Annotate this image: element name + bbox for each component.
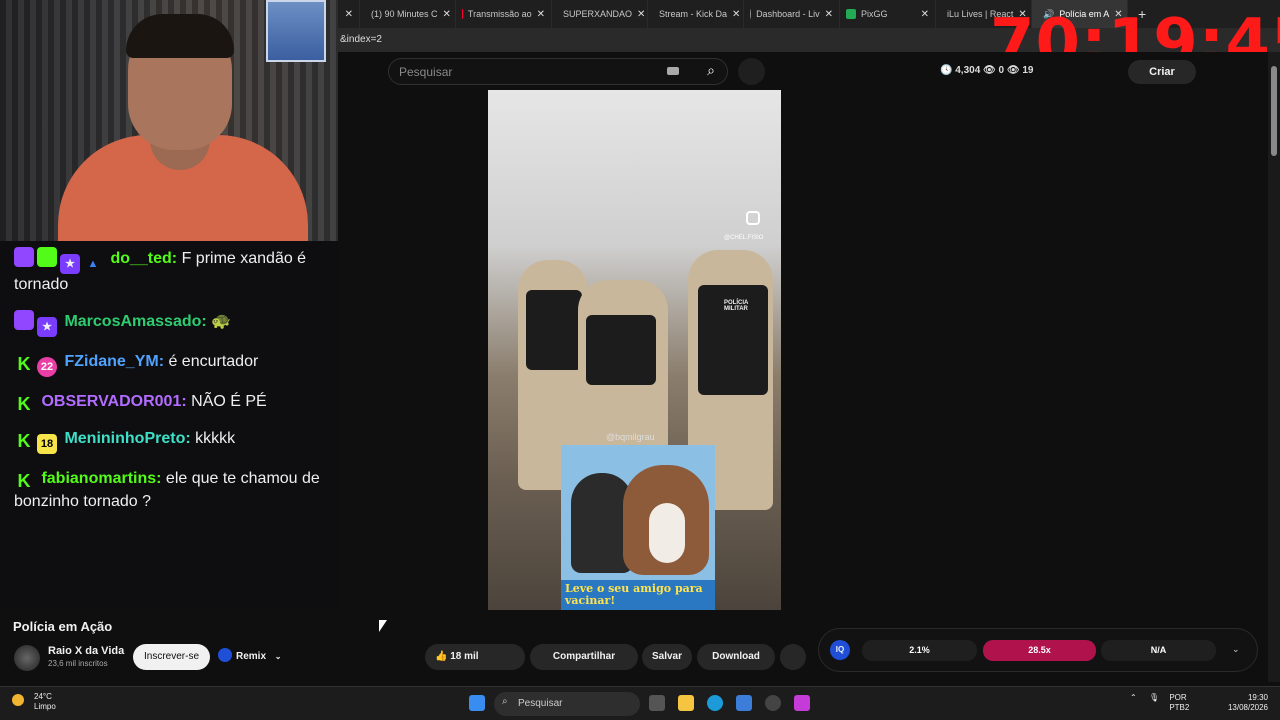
edge-browser-icon[interactable]	[707, 695, 723, 711]
sub-months-badge: 22	[37, 357, 57, 377]
tab-close-button[interactable]: ✕	[338, 0, 360, 28]
chat-message: K fabianomartins: ele que te chamou de b…	[14, 468, 328, 513]
channel-avatar[interactable]	[14, 645, 40, 671]
create-button[interactable]: Criar	[1128, 60, 1196, 84]
browser-tab[interactable]: PixGG ✕	[840, 0, 936, 28]
mouse-cursor-icon	[379, 620, 387, 632]
stream-stats: 🕓 4,304 👁 0 👁 19	[940, 65, 1034, 76]
chevron-down-icon: ⌄	[274, 652, 282, 661]
globe-favicon-icon	[750, 9, 752, 19]
chat-text: NÃO É PÉ	[186, 393, 267, 410]
thumbs-up-icon: 👍	[435, 651, 448, 662]
chat-text: é encurtador	[164, 353, 259, 370]
subscriber-count: 23,6 mil inscritos	[48, 659, 108, 668]
chat-username[interactable]: MarcosAmassado:	[64, 313, 206, 330]
obs-icon[interactable]	[765, 695, 781, 711]
remix-button[interactable]: Remix ⌄	[218, 647, 286, 667]
chevron-down-icon[interactable]: ⌄	[1232, 644, 1240, 655]
video-watermark: @bqmilgrau	[606, 432, 655, 442]
star-badge-icon: ★	[60, 254, 80, 274]
app-icon[interactable]	[794, 695, 810, 711]
browser-tab[interactable]: Transmissão ao ✕	[456, 0, 552, 28]
windows-taskbar	[0, 686, 1280, 720]
save-button[interactable]: Salvar	[642, 644, 692, 670]
iq-segment-active[interactable]: 28.5x	[983, 640, 1096, 661]
kick-badge-icon: K	[14, 394, 34, 414]
remix-icon	[218, 648, 232, 662]
iq-segment[interactable]: 2.1%	[862, 640, 977, 661]
app-icon[interactable]	[736, 695, 752, 711]
search-input[interactable]: Pesquisar ⌕	[388, 58, 728, 85]
search-icon: ⌕	[502, 696, 508, 707]
close-icon[interactable]: ✕	[443, 9, 451, 20]
iq-segment[interactable]: N/A	[1101, 640, 1216, 661]
more-actions-button[interactable]	[780, 644, 806, 670]
system-tray[interactable]: ⌃ 🎙 POR PTB2	[1130, 693, 1189, 713]
task-view-icon[interactable]	[649, 695, 665, 711]
page-scrollbar[interactable]	[1268, 52, 1280, 682]
triangle-badge-icon: ▲	[87, 258, 99, 270]
twitch-badge-icon	[14, 247, 34, 267]
pixgg-favicon-icon	[846, 9, 856, 19]
chat-username[interactable]: MenininhoPreto:	[64, 430, 190, 447]
vest-label: POLÍCIA MILITAR	[724, 300, 749, 312]
close-icon[interactable]: ✕	[921, 9, 929, 20]
kick-badge-icon: K	[14, 431, 34, 451]
channel-name[interactable]: Raio X da Vida	[48, 645, 124, 657]
instagram-icon	[746, 211, 760, 225]
star-badge-icon: ★	[37, 317, 57, 337]
file-explorer-icon[interactable]	[678, 695, 694, 711]
like-button[interactable]: 👍 18 mil	[425, 644, 525, 670]
chat-username[interactable]: fabianomartins:	[41, 470, 161, 487]
chat-message: ★ MarcosAmassado: 🐢	[14, 310, 328, 337]
download-button[interactable]: Download	[697, 644, 775, 670]
superman-poster-image	[266, 0, 326, 62]
browser-tab[interactable]: Dashboard - Liv ✕	[744, 0, 840, 28]
close-icon[interactable]: ✕	[637, 9, 645, 20]
kick-badge-icon: K	[14, 354, 34, 374]
search-icon[interactable]: ⌕	[707, 62, 715, 79]
weather-icon	[12, 694, 24, 706]
chat-message: ★ ▲ do__ted: F prime xandão é tornado	[14, 247, 328, 296]
close-icon[interactable]: ✕	[537, 9, 545, 20]
share-button[interactable]: Compartilhar	[530, 644, 638, 670]
close-icon[interactable]: ✕	[732, 9, 740, 20]
taskbar-search[interactable]: ⌕ Pesquisar	[494, 692, 640, 716]
chat-message: K 18 MenininhoPreto: kkkkk	[14, 428, 328, 454]
chevron-up-icon[interactable]: ⌃	[1130, 693, 1137, 702]
weather-widget[interactable]: 24°C Limpo	[12, 692, 56, 712]
chat-username[interactable]: do__ted:	[110, 250, 177, 267]
browser-tab[interactable]: Stream - Kick Da ✕	[648, 0, 744, 28]
language-indicator[interactable]: POR	[1169, 693, 1189, 703]
sub-badge-icon	[37, 247, 57, 267]
taskbar-clock[interactable]: 19:30 13/08/2026	[1222, 693, 1268, 713]
voice-search-button[interactable]	[738, 58, 765, 85]
browser-tab[interactable]: (1) 90 Minutes C ✕	[360, 0, 456, 28]
close-icon[interactable]: ✕	[825, 9, 833, 20]
keyboard-icon[interactable]	[667, 67, 679, 75]
video-title: Polícia em Ação	[13, 619, 113, 634]
chat-text: kkkkk	[190, 430, 236, 447]
ad-caption: Leve o seu amigo para vacinar!	[561, 580, 715, 610]
microphone-icon[interactable]: 🎙	[1149, 693, 1159, 702]
youtube-favicon-icon	[462, 9, 463, 19]
chat-username[interactable]: FZidane_YM:	[64, 353, 164, 370]
chat-message: K OBSERVADOR001: NÃO É PÉ	[14, 391, 328, 414]
chat-text: 🐢	[206, 313, 232, 330]
subscribe-button[interactable]: Inscrever-se	[133, 644, 210, 670]
twitch-badge-icon	[14, 310, 34, 330]
scrollbar-thumb[interactable]	[1271, 66, 1277, 156]
ad-banner-image[interactable]: Leve o seu amigo para vacinar!	[561, 445, 715, 610]
chat-panel: ★ ▲ do__ted: F prime xandão é tornado ★ M…	[0, 241, 338, 609]
kick-badge-icon: K	[14, 471, 34, 491]
keyboard-layout[interactable]: PTB2	[1169, 703, 1189, 713]
chat-username[interactable]: OBSERVADOR001:	[41, 393, 186, 410]
video-handle: @CHEL.FISIO	[724, 235, 764, 241]
iq-logo-icon: IQ	[830, 640, 850, 660]
chat-message: K 22 FZidane_YM: é encurtador	[14, 351, 328, 377]
windows-start-icon[interactable]	[469, 695, 485, 711]
sub-months-badge: 18	[37, 434, 57, 454]
browser-tab[interactable]: SUPERXANDAO ✕	[552, 0, 648, 28]
